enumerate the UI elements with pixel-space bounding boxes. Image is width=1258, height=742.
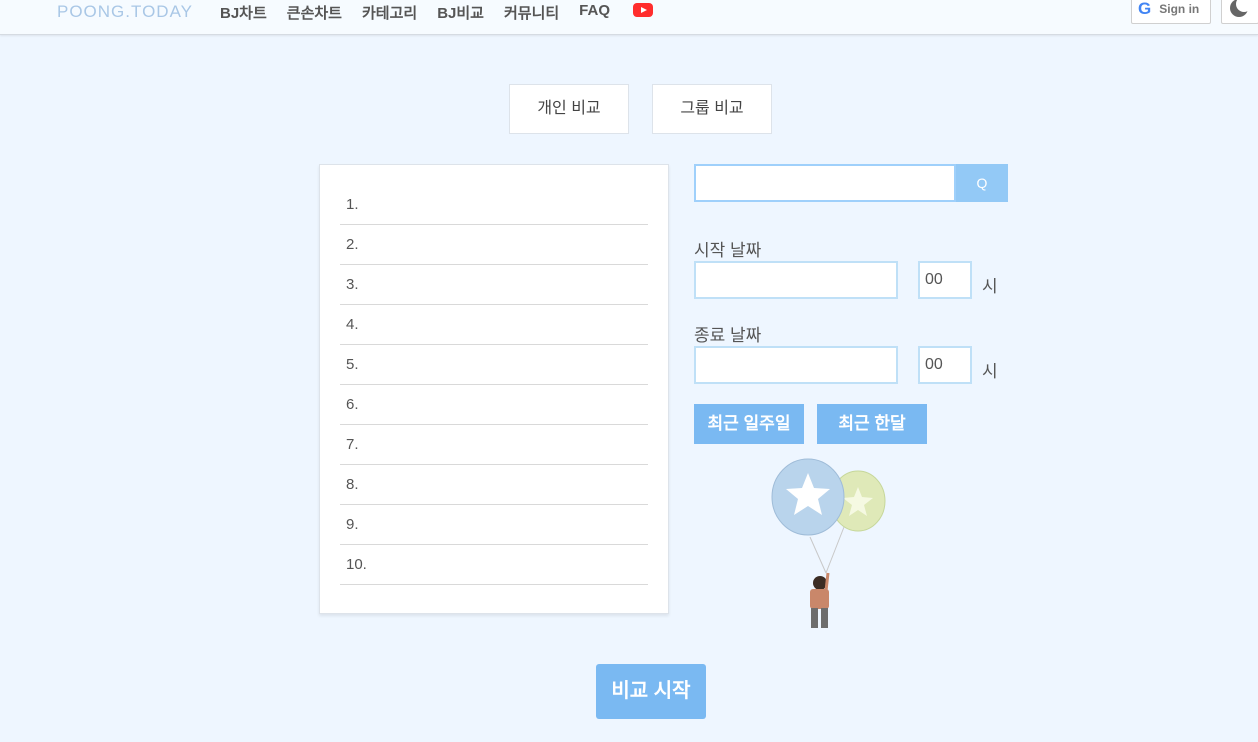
signin-label: Sign in: [1159, 2, 1200, 16]
nav-bj-compare[interactable]: BJ비교: [437, 2, 484, 23]
list-item[interactable]: 2.: [340, 225, 648, 265]
start-hour-input[interactable]: 00: [918, 261, 972, 299]
nav-category[interactable]: 카테고리: [362, 2, 417, 23]
youtube-icon[interactable]: [633, 3, 653, 17]
search-button[interactable]: Q: [956, 164, 1008, 202]
nav-big-spender-chart[interactable]: 큰손차트: [287, 2, 342, 23]
top-header: POONG.TODAY BJ차트 큰손차트 카테고리 BJ비교 커뮤니티 FAQ…: [0, 0, 1258, 35]
google-signin-button[interactable]: G Sign in: [1131, 0, 1211, 24]
start-date-label: 시작 날짜: [694, 241, 762, 260]
end-date-input[interactable]: [694, 346, 898, 384]
list-item[interactable]: 1.: [340, 185, 648, 225]
list-item[interactable]: 9.: [340, 505, 648, 545]
list-item[interactable]: 6.: [340, 385, 648, 425]
bj-list-panel: 1. 2. 3. 4. 5. 6. 7. 8. 9. 10.: [319, 164, 669, 614]
end-date-label: 종료 날짜: [694, 326, 762, 345]
end-hour-unit: 시: [982, 362, 998, 381]
list-item[interactable]: 8.: [340, 465, 648, 505]
last-week-button[interactable]: 최근 일주일: [694, 404, 804, 444]
end-hour-input[interactable]: 00: [918, 346, 972, 384]
tab-individual-compare[interactable]: 개인 비교: [509, 84, 629, 134]
start-hour-unit: 시: [982, 277, 998, 296]
google-icon: G: [1138, 0, 1152, 18]
list-item[interactable]: 5.: [340, 345, 648, 385]
nav-faq[interactable]: FAQ: [579, 2, 610, 23]
start-date-input[interactable]: [694, 261, 898, 299]
main-nav: BJ차트 큰손차트 카테고리 BJ비교 커뮤니티 FAQ: [220, 2, 630, 23]
list-item[interactable]: 7.: [340, 425, 648, 465]
list-item[interactable]: 4.: [340, 305, 648, 345]
list-item[interactable]: 3.: [340, 265, 648, 305]
nav-community[interactable]: 커뮤니티: [504, 2, 559, 23]
compare-start-button[interactable]: 비교 시작: [596, 664, 706, 719]
last-month-button[interactable]: 최근 한달: [817, 404, 927, 444]
balloon-illustration: [771, 458, 886, 628]
dark-mode-toggle[interactable]: [1221, 0, 1258, 24]
list-item[interactable]: 10.: [340, 545, 648, 585]
tab-group-compare[interactable]: 그룹 비교: [652, 84, 772, 134]
bj-search-input[interactable]: [694, 164, 956, 202]
site-logo[interactable]: POONG.TODAY: [57, 2, 193, 22]
nav-bj-chart[interactable]: BJ차트: [220, 2, 267, 23]
